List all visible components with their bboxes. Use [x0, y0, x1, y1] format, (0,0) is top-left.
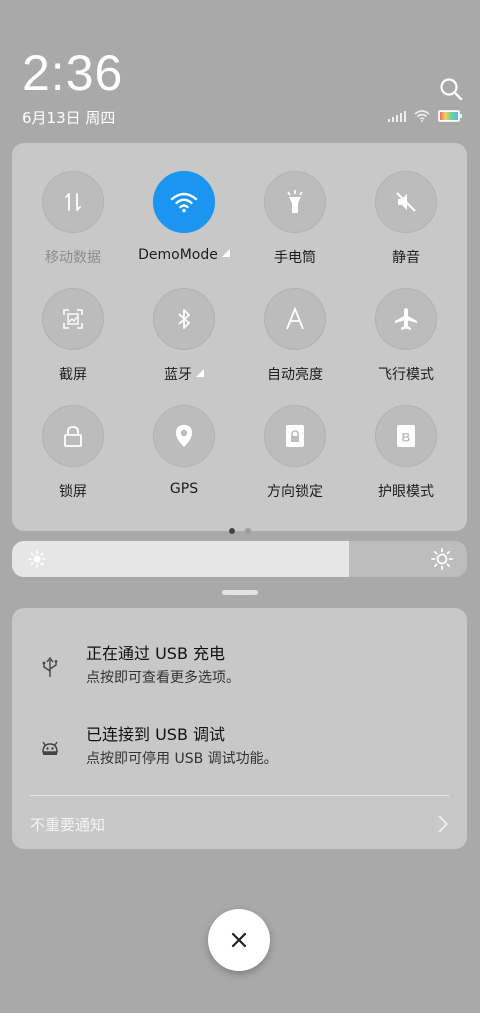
page-dot: [244, 528, 251, 534]
brightness-low-icon: [28, 550, 46, 568]
battery-icon: [438, 110, 462, 122]
brightness-slider[interactable]: [12, 541, 467, 577]
tile-label: 静音: [392, 250, 420, 266]
eye-protection-icon: B: [397, 425, 415, 447]
wifi-icon: [170, 192, 198, 213]
tile-label: 蓝牙: [164, 367, 192, 383]
clear-all-button[interactable]: [208, 909, 270, 971]
tile-label: 移动数据: [45, 250, 101, 266]
tile-label: DemoMode: [138, 247, 218, 263]
drag-handle[interactable]: [222, 590, 258, 595]
date: 6月13日 周四: [22, 109, 116, 127]
bluetooth-icon: [178, 309, 190, 329]
page-indicator: [12, 519, 467, 538]
tile-lock-screen[interactable]: 锁屏: [18, 405, 128, 501]
tile-bluetooth[interactable]: 蓝牙: [129, 288, 239, 384]
usb-icon: [42, 656, 58, 677]
tile-rotation-lock[interactable]: 方向锁定: [240, 405, 350, 501]
android-debug-icon: [42, 741, 58, 755]
tile-label: GPS: [169, 481, 199, 497]
flashlight-icon: [287, 190, 303, 213]
chevron-right-icon[interactable]: [437, 814, 449, 834]
notification-usb-charging[interactable]: 正在通过 USB 充电 点按即可查看更多选项。: [12, 638, 467, 698]
expand-triangle-icon: [221, 249, 230, 257]
tile-gps[interactable]: GPS: [129, 405, 239, 497]
gps-pin-icon: [176, 425, 192, 447]
tile-label: 自动亮度: [267, 367, 323, 383]
notification-title: 已连接到 USB 调试: [86, 725, 226, 744]
rotation-lock-icon: [286, 425, 304, 447]
wifi-status-icon: [414, 110, 430, 122]
tile-label: 手电筒: [274, 250, 316, 266]
tile-label: 护眼模式: [378, 484, 434, 500]
search-icon: [440, 78, 463, 101]
mobile-data-icon: [65, 193, 81, 211]
tile-eye-protection[interactable]: B 护眼模式: [351, 405, 461, 501]
tile-label: 飞行模式: [378, 367, 434, 383]
tile-mute[interactable]: 静音: [351, 171, 461, 267]
expand-triangle-icon: [196, 369, 204, 377]
lock-icon: [64, 426, 82, 447]
clock: 2:36: [22, 45, 124, 101]
page-dot-active: [228, 528, 235, 534]
notification-subtitle: 点按即可停用 USB 调试功能。: [86, 751, 278, 767]
tile-airplane-mode[interactable]: 飞行模式: [351, 288, 461, 384]
airplane-icon: [395, 308, 417, 330]
auto-brightness-icon: [286, 307, 304, 330]
tile-screenshot[interactable]: 截屏: [18, 288, 128, 384]
close-icon: [231, 932, 247, 948]
brightness-fill: [12, 541, 349, 577]
search-button[interactable]: [438, 76, 464, 102]
quick-settings-panel: 移动数据 DemoMode 手电筒 静音 截屏 蓝牙 自动亮度 飞行模式 锁屏 …: [12, 143, 467, 534]
tile-mobile-data[interactable]: 移动数据: [18, 171, 128, 267]
unimportant-notifications-link[interactable]: 不重要通知: [30, 814, 105, 835]
tile-wifi[interactable]: DemoMode: [129, 171, 239, 263]
tile-label: 锁屏: [59, 484, 87, 500]
tile-label: 方向锁定: [267, 484, 323, 500]
notification-subtitle: 点按即可查看更多选项。: [86, 670, 240, 686]
signal-icon: [388, 111, 406, 122]
notification-usb-debugging[interactable]: 已连接到 USB 调试 点按即可停用 USB 调试功能。: [12, 719, 467, 779]
tile-flashlight[interactable]: 手电筒: [240, 171, 350, 267]
brightness-high-icon: [431, 548, 453, 570]
divider: [30, 795, 449, 796]
tile-auto-brightness[interactable]: 自动亮度: [240, 288, 350, 384]
svg-text:B: B: [402, 431, 411, 445]
screenshot-icon: [63, 309, 83, 329]
notification-panel: 正在通过 USB 充电 点按即可查看更多选项。 已连接到 USB 调试 点按即可…: [12, 608, 467, 849]
mute-icon: [396, 192, 416, 212]
notification-title: 正在通过 USB 充电: [86, 644, 226, 663]
tile-label: 截屏: [59, 367, 87, 383]
status-bar-icons: [388, 110, 462, 122]
